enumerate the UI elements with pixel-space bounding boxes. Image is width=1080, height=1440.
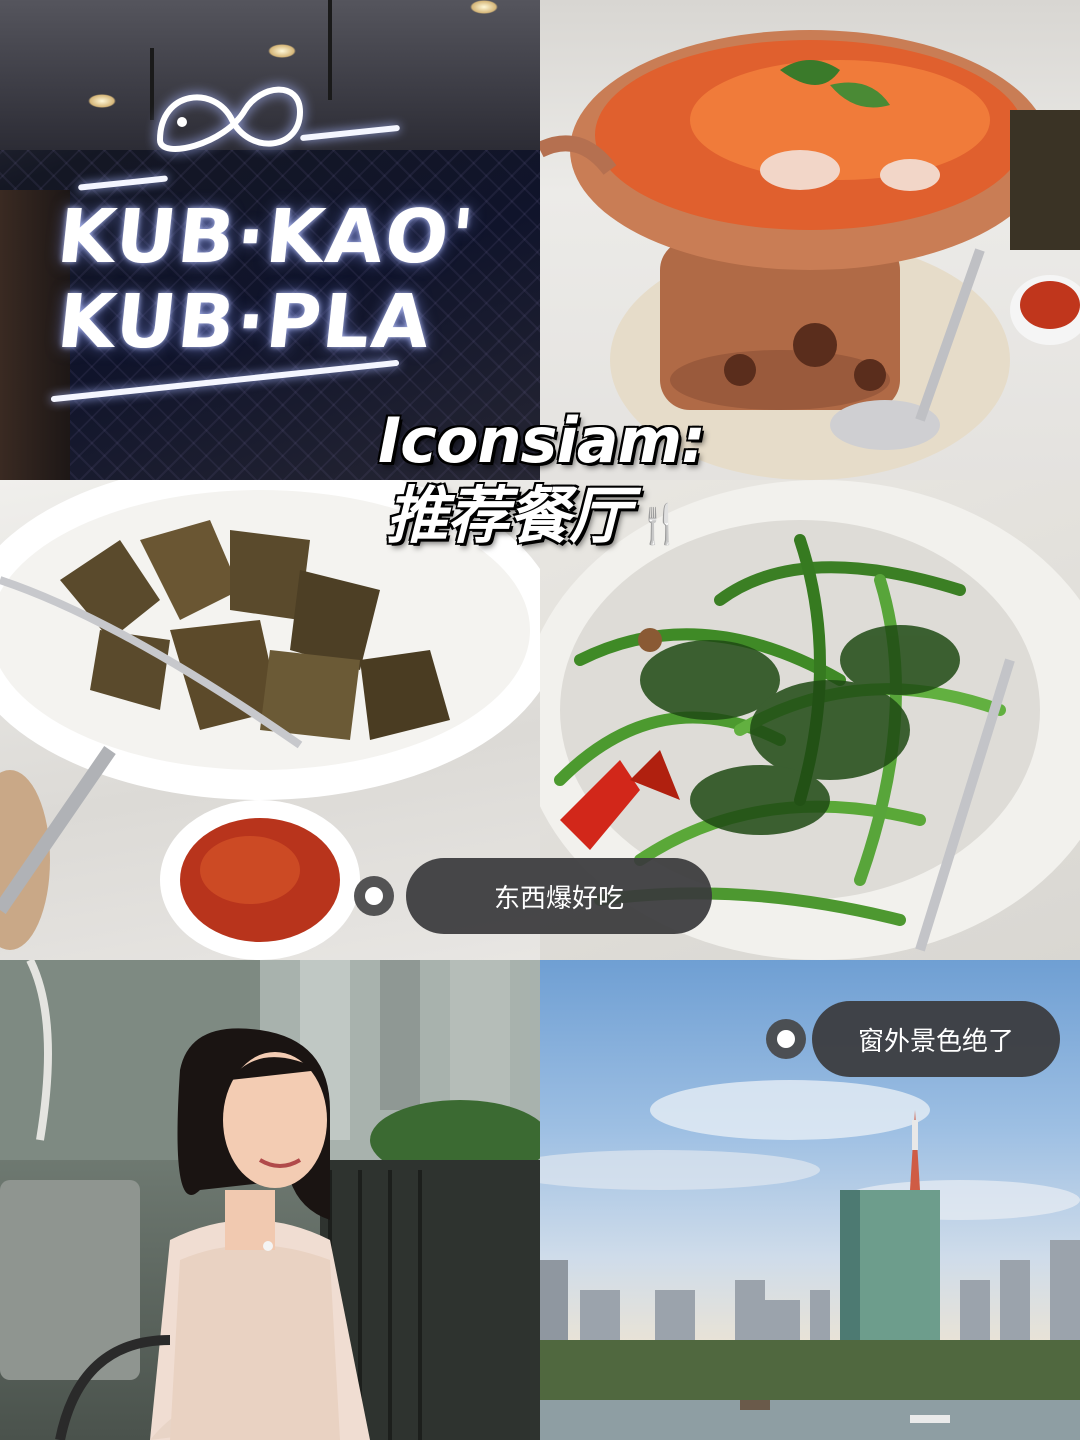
sign-line-1: KUB·KAO' [53,194,480,280]
photo-collage: KUB·KAO' KUB·PLA Iconsiam: 推荐餐厅 🍴 东西爆好吃 … [0,0,1080,1440]
tag-view-label: 窗外景色绝了 [857,1026,1014,1057]
sign-line-2: KUB·PLA [53,279,436,365]
title-line-2: 推荐餐厅 🍴 [386,480,705,551]
cutlery-icon: 🍴 [636,502,683,547]
title-line-2-text: 推荐餐厅 [386,479,631,553]
tag-view[interactable]: 窗外景色绝了 [812,1001,1060,1077]
tag-anchor-dot-view[interactable] [766,1019,806,1059]
tag-food-label: 东西爆好吃 [493,883,624,914]
tag-anchor-dot-food[interactable] [354,876,394,916]
tag-food[interactable]: 东西爆好吃 [406,858,712,934]
portrait-photo [0,960,540,1440]
title-line-1: Iconsiam: [378,404,706,477]
page-title: Iconsiam: 推荐餐厅 🍴 [378,404,706,552]
portrait [0,960,540,1440]
